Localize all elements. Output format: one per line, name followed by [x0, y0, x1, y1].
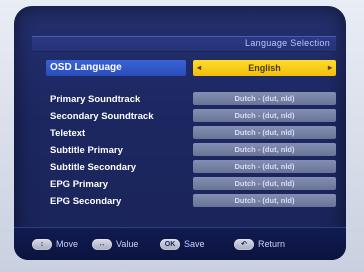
osd-language-label: OSD Language: [46, 60, 186, 76]
value-label: Value: [116, 239, 139, 249]
page-title: Language Selection: [245, 38, 330, 48]
subtitle-primary-label: Subtitle Primary: [50, 145, 123, 156]
move-hint: ↕ Move: [32, 238, 78, 250]
footer-hints: ↕ Move ↔ Value OK Save ↶ Return: [14, 227, 346, 260]
move-icon: ↕: [32, 238, 52, 250]
return-label: Return: [258, 239, 286, 249]
save-label: Save: [184, 239, 205, 249]
value-icon: ↔: [92, 238, 112, 250]
subtitle-primary-value[interactable]: Dutch - (dut, nld): [193, 143, 336, 156]
list-item[interactable]: EPG Secondary Dutch - (dut, nld): [46, 194, 336, 211]
save-hint: OK Save: [160, 238, 205, 250]
value-hint: ↔ Value: [92, 238, 138, 250]
right-arrow-icon[interactable]: ▸: [328, 60, 332, 76]
list-item[interactable]: Teletext Dutch - (dut, nld): [46, 126, 336, 143]
list-item[interactable]: Primary Soundtrack Dutch - (dut, nld): [46, 92, 336, 109]
primary-soundtrack-label: Primary Soundtrack: [50, 94, 141, 105]
epg-primary-value[interactable]: Dutch - (dut, nld): [193, 177, 336, 190]
teletext-label: Teletext: [50, 128, 86, 139]
list-item[interactable]: Secondary Soundtrack Dutch - (dut, nld): [46, 109, 336, 126]
osd-language-select[interactable]: ◂ English ▸: [193, 60, 336, 76]
epg-secondary-value[interactable]: Dutch - (dut, nld): [193, 194, 336, 207]
tv-screen: Language Selection OSD Language ◂ Englis…: [14, 6, 346, 260]
return-hint: ↶ Return: [234, 238, 285, 250]
epg-secondary-label: EPG Secondary: [50, 196, 122, 207]
move-label: Move: [56, 239, 79, 249]
subtitle-secondary-label: Subtitle Secondary: [50, 162, 137, 173]
list-item[interactable]: Subtitle Primary Dutch - (dut, nld): [46, 143, 336, 160]
list-item[interactable]: EPG Primary Dutch - (dut, nld): [46, 177, 336, 194]
osd-language-row[interactable]: OSD Language ◂ English ▸: [46, 60, 336, 76]
osd-language-value: English: [248, 63, 281, 73]
secondary-soundtrack-label: Secondary Soundtrack: [50, 111, 154, 122]
secondary-soundtrack-value[interactable]: Dutch - (dut, nld): [193, 109, 336, 122]
epg-primary-label: EPG Primary: [50, 179, 109, 190]
return-icon: ↶: [234, 238, 254, 250]
primary-soundtrack-value[interactable]: Dutch - (dut, nld): [193, 92, 336, 105]
title-bar: Language Selection: [32, 36, 336, 52]
ok-icon: OK: [160, 238, 180, 250]
list-item[interactable]: Subtitle Secondary Dutch - (dut, nld): [46, 160, 336, 177]
language-settings-list: Primary Soundtrack Dutch - (dut, nld) Se…: [46, 92, 336, 211]
teletext-value[interactable]: Dutch - (dut, nld): [193, 126, 336, 139]
left-arrow-icon[interactable]: ◂: [197, 60, 201, 76]
subtitle-secondary-value[interactable]: Dutch - (dut, nld): [193, 160, 336, 173]
